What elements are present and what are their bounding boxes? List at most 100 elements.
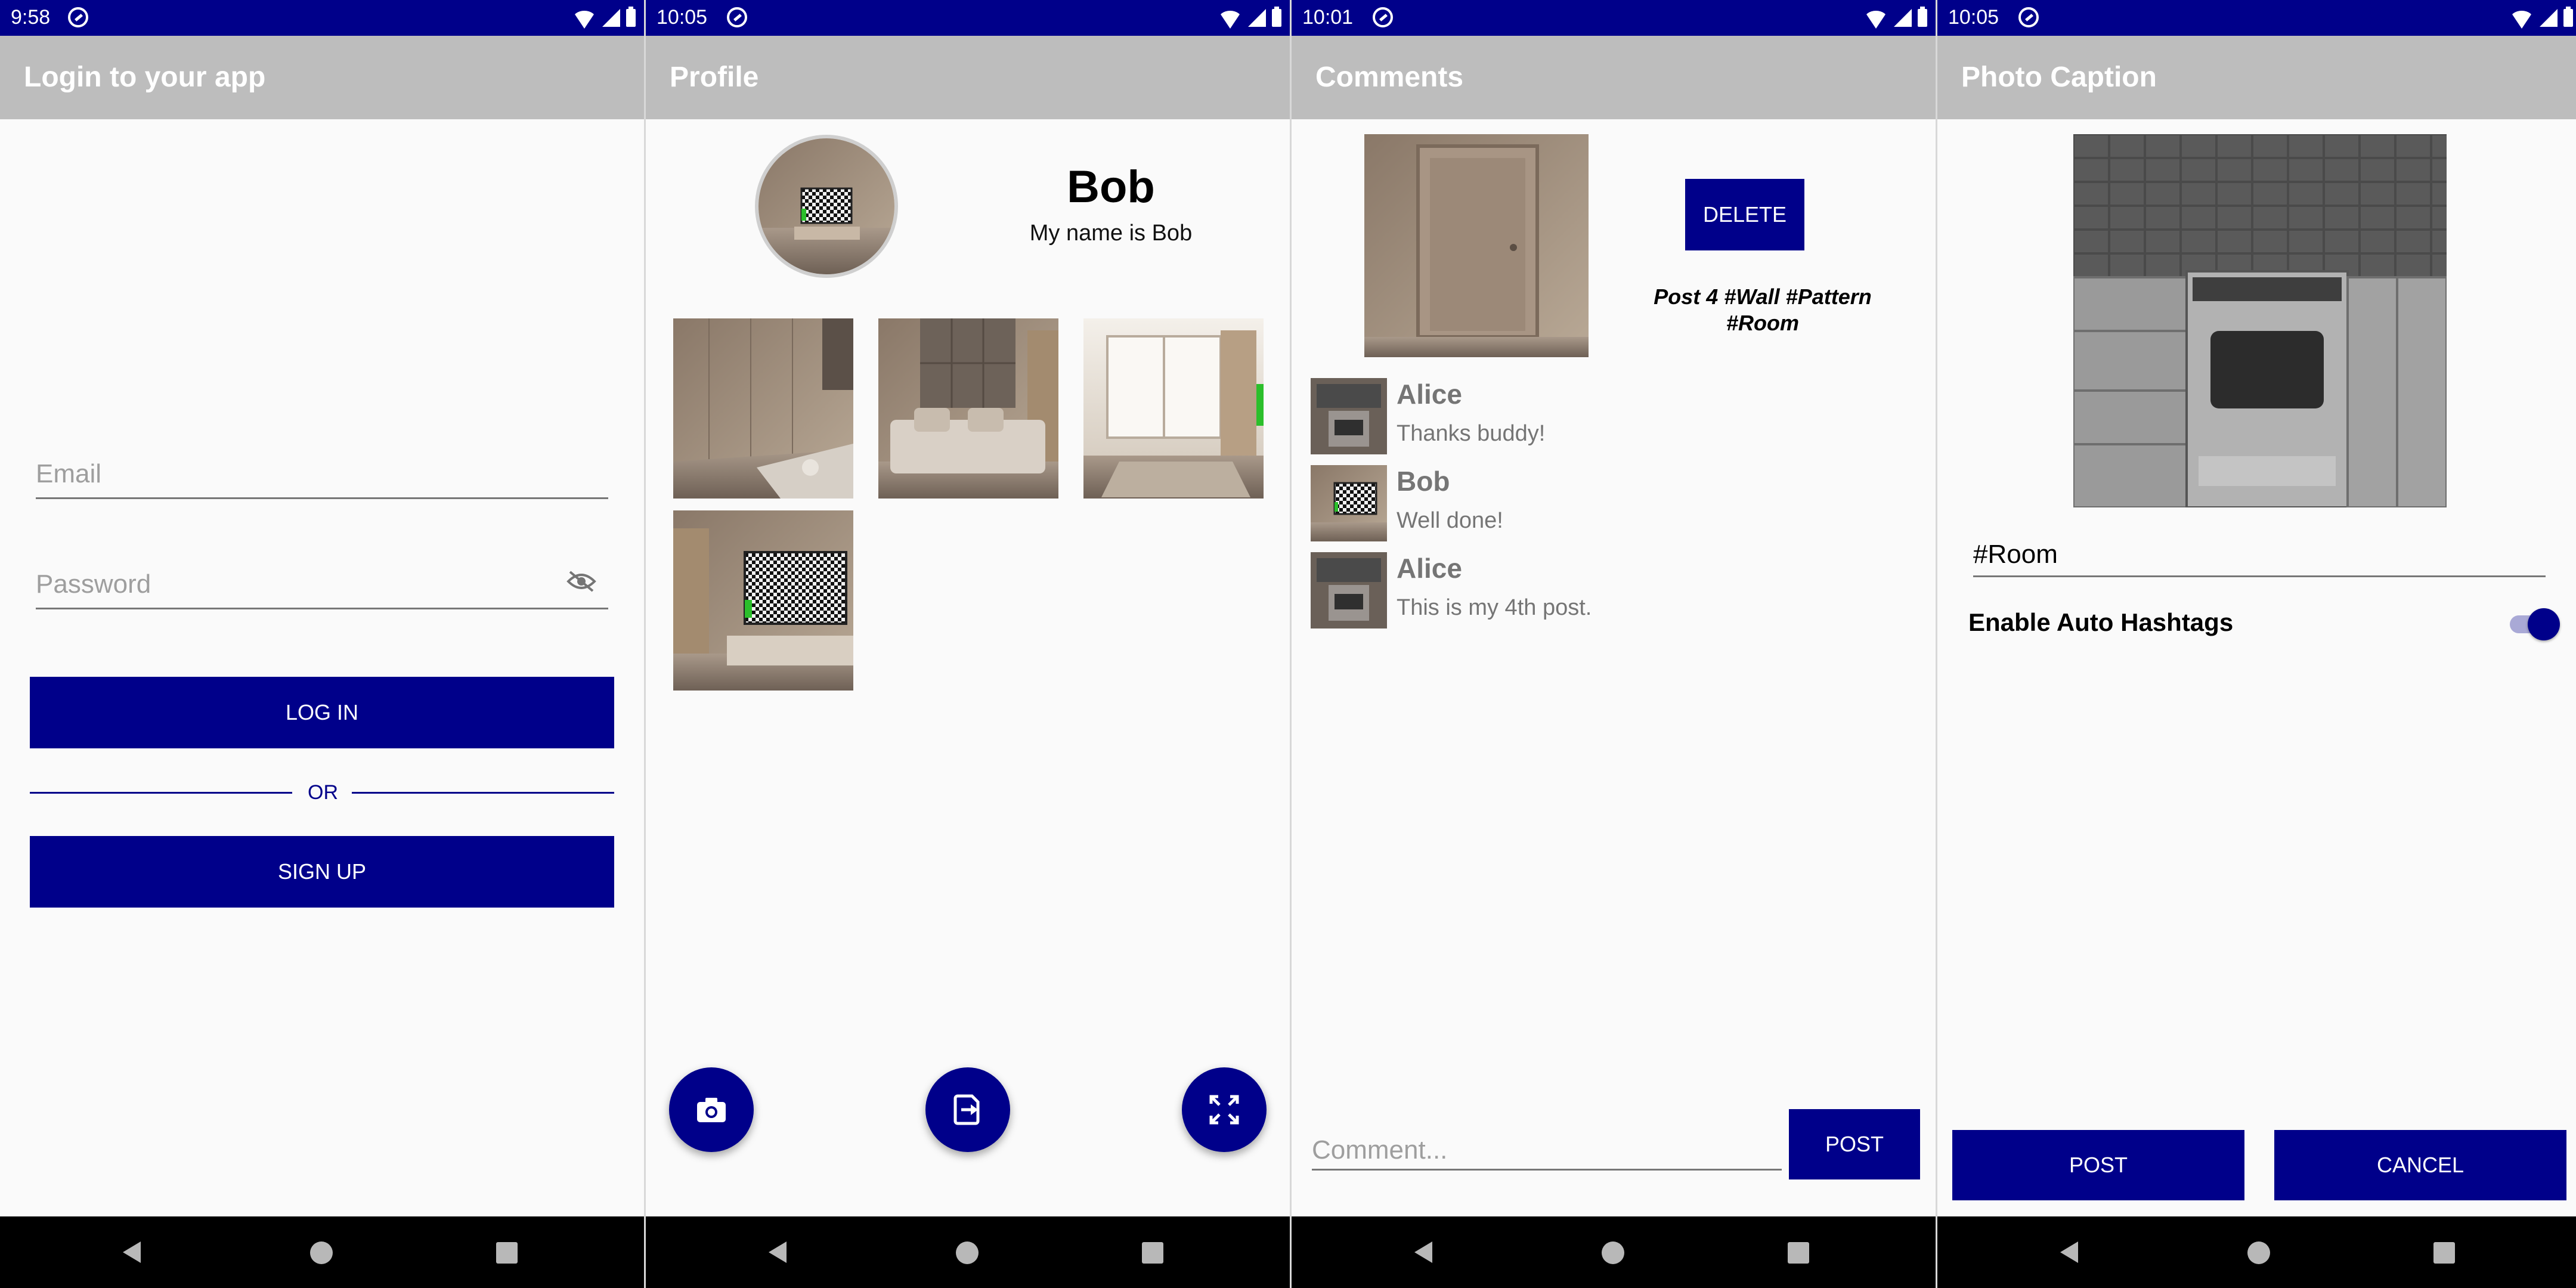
back-icon[interactable] [2060,1241,2078,1263]
comment-user: Alice [1397,379,1462,410]
post-button[interactable]: POST [1952,1130,2244,1200]
list-item: Alice This is my 4th post. [1311,552,1907,630]
cancel-button[interactable]: CANCEL [2274,1130,2566,1200]
email-placeholder: Email [36,459,102,488]
nav-bar [1937,1216,2576,1288]
battery-icon [1272,7,1281,27]
post-caption: Post 4 #Wall #Pattern #Room [1654,284,1872,335]
profile-bio: My name is Bob [1029,221,1193,246]
comment-placeholder: Comment... [1312,1135,1448,1165]
or-label: OR [308,781,338,804]
recents-icon[interactable] [1142,1242,1163,1264]
post-thumbnail[interactable] [1083,318,1264,499]
signal-icon [1894,9,1912,27]
app-bar: Profile [646,36,1290,119]
battery-icon [2563,7,2573,27]
avatar[interactable] [755,135,898,278]
status-bar: 9:58 [0,0,644,36]
post-image [1364,134,1589,357]
nav-bar [1292,1216,1936,1288]
caption-value: #Room [1973,540,2058,569]
status-bar: 10:05 [1937,0,2576,36]
wifi-icon [1864,11,1888,29]
logout-button[interactable] [925,1067,1010,1152]
delete-button-label: DELETE [1702,202,1787,227]
visibility-off-icon[interactable] [566,571,596,592]
fullscreen-icon [1209,1095,1239,1125]
password-placeholder: Password [36,569,151,599]
nav-bar [646,1216,1290,1288]
comment-text: Thanks buddy! [1397,421,1546,446]
dnd-icon [727,7,747,27]
email-field[interactable]: Email [36,459,608,499]
home-icon[interactable] [310,1241,333,1264]
logout-icon [953,1094,980,1125]
avatar [1311,378,1387,454]
status-icons [1218,6,1281,30]
camera-icon [697,1098,726,1122]
nav-bar [0,1216,644,1288]
status-time: 10:01 [1302,6,1354,29]
status-icons [572,6,636,30]
post-thumbnail[interactable] [673,318,853,499]
back-icon[interactable] [769,1241,787,1263]
login-button[interactable]: LOG IN [30,677,614,748]
wifi-icon [572,11,596,29]
login-button-label: LOG IN [285,700,359,724]
comment-user: Bob [1397,466,1450,497]
caption-input[interactable]: #Room [1973,540,2546,577]
comments-screen: 10:01 Comments DELETE Post 4 #Wall #Patt… [1292,0,1936,1288]
comment-user: Alice [1397,553,1462,584]
post-thumbnail[interactable] [673,510,853,691]
signup-button[interactable]: SIGN UP [30,836,614,908]
recents-icon[interactable] [1788,1242,1809,1264]
status-time: 9:58 [11,6,51,29]
status-icons [1864,6,1927,30]
login-screen: 9:58 Login to your app Email Password LO… [0,0,644,1288]
page-title: Comments [1315,61,1464,93]
dnd-icon [2018,7,2039,27]
toggle-knob[interactable] [2528,608,2560,640]
signal-icon [1248,9,1266,27]
wifi-icon [2510,11,2534,29]
camera-button[interactable] [669,1067,754,1152]
app-bar: Photo Caption [1937,36,2576,119]
status-time: 10:05 [1948,6,1999,29]
list-item: Bob Well done! [1311,465,1907,543]
page-title: Profile [670,61,759,93]
list-item: Alice Thanks buddy! [1311,378,1907,456]
divider-right [352,792,614,794]
recents-icon[interactable] [2433,1242,2455,1264]
back-icon[interactable] [1414,1241,1432,1263]
back-icon[interactable] [123,1241,141,1263]
recents-icon[interactable] [496,1242,518,1264]
home-icon[interactable] [956,1241,979,1264]
post-thumbnail[interactable] [878,318,1058,499]
page-title: Photo Caption [1961,61,2157,93]
wifi-icon [1218,11,1242,29]
comment-text: This is my 4th post. [1397,595,1592,620]
avatar [1311,465,1387,541]
delete-button[interactable]: DELETE [1685,179,1804,250]
status-icons [2510,6,2573,30]
comment-input[interactable]: Comment... [1312,1135,1782,1171]
signal-icon [602,9,620,27]
auto-hashtags-label: Enable Auto Hashtags [1968,608,2234,636]
status-bar: 10:01 [1292,0,1936,36]
profile-name: Bob [1067,162,1155,212]
home-icon[interactable] [2247,1241,2270,1264]
app-bar: Login to your app [0,36,644,119]
post-button-label: POST [2069,1153,2128,1177]
fullscreen-button[interactable] [1182,1067,1267,1152]
battery-icon [626,7,636,27]
post-comment-button[interactable]: POST [1789,1109,1920,1179]
password-field[interactable]: Password [36,569,608,609]
profile-screen: 10:05 Profile Bob My name is Bob [646,0,1290,1288]
photo-preview [2073,134,2447,507]
dnd-icon [68,7,88,27]
battery-icon [1918,7,1927,27]
home-icon[interactable] [1602,1241,1624,1264]
signal-icon [2540,9,2558,27]
dnd-icon [1373,7,1393,27]
status-bar: 10:05 [646,0,1290,36]
